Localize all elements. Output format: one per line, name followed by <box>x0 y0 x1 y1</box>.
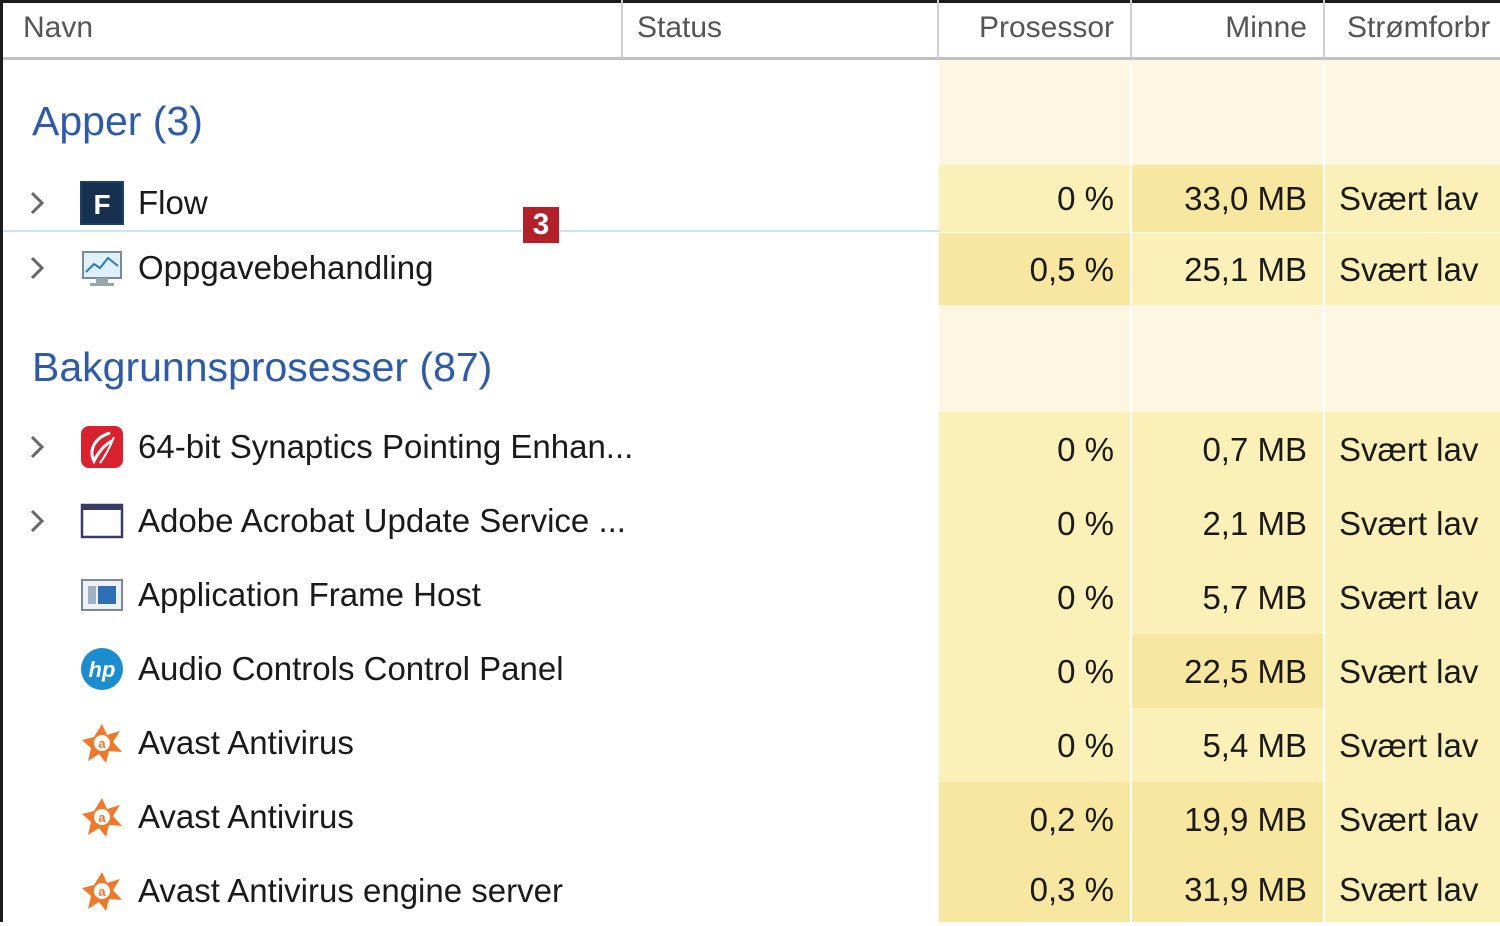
power-cell: Svært lav <box>1325 708 1500 782</box>
cpu-cell: 0 % <box>939 486 1132 560</box>
column-header-status[interactable]: Status <box>623 0 939 60</box>
group-band-power <box>1325 305 1500 412</box>
memory-cell: 2,1 MB <box>1132 486 1325 560</box>
group-band-power <box>1325 60 1500 165</box>
cpu-cell: 0 % <box>939 560 1132 634</box>
memory-cell: 22,5 MB <box>1132 634 1325 708</box>
flow-app-icon: F <box>80 181 124 225</box>
avast-icon: a <box>80 795 124 839</box>
group-band-cpu <box>939 305 1132 412</box>
column-header-cpu[interactable]: Prosessor <box>939 0 1132 60</box>
power-cell: Svært lav <box>1325 165 1500 232</box>
task-manager-icon <box>80 246 124 290</box>
chevron-right-icon[interactable] <box>26 506 48 536</box>
power-cell: Svært lav <box>1325 856 1500 922</box>
process-row[interactable]: a Avast Antivirus <box>0 708 936 778</box>
memory-cell: 33,0 MB <box>1132 165 1325 232</box>
process-name: Adobe Acrobat Update Service ... <box>138 502 626 539</box>
power-cell: Svært lav <box>1325 782 1500 856</box>
chevron-right-icon[interactable] <box>26 188 48 218</box>
column-header-power[interactable]: Strømforbr <box>1325 0 1500 60</box>
cpu-cell: 0,5 % <box>939 233 1132 305</box>
cpu-cell: 0 % <box>939 412 1132 486</box>
group-title-background[interactable]: Bakgrunnsprosesser (87) <box>32 344 492 391</box>
column-header-name[interactable]: Navn <box>3 0 623 60</box>
process-row[interactable]: a Avast Antivirus <box>0 782 936 852</box>
process-row[interactable]: a Avast Antivirus engine server <box>0 856 936 926</box>
memory-cell: 5,4 MB <box>1132 708 1325 782</box>
process-row[interactable]: F Flow <box>0 168 936 238</box>
group-band-memory <box>1132 305 1325 412</box>
memory-cell: 31,9 MB <box>1132 856 1325 922</box>
cpu-cell: 0,2 % <box>939 782 1132 856</box>
group-band-memory <box>1132 60 1325 165</box>
synaptics-icon <box>80 425 124 469</box>
svg-text:hp: hp <box>89 657 116 682</box>
process-row[interactable]: 64-bit Synaptics Pointing Enhan... <box>0 412 936 482</box>
hp-icon: hp <box>80 647 124 691</box>
svg-text:a: a <box>98 810 106 825</box>
process-name: 64-bit Synaptics Pointing Enhan... <box>138 428 634 465</box>
group-band-cpu <box>939 60 1132 165</box>
memory-cell: 5,7 MB <box>1132 560 1325 634</box>
memory-cell: 0,7 MB <box>1132 412 1325 486</box>
svg-text:F: F <box>93 189 110 220</box>
power-cell: Svært lav <box>1325 412 1500 486</box>
chevron-right-icon[interactable] <box>26 432 48 462</box>
power-cell: Svært lav <box>1325 634 1500 708</box>
group-title-apps[interactable]: Apper (3) <box>32 98 203 145</box>
process-name: Avast Antivirus <box>138 724 354 761</box>
process-name: Oppgavebehandling <box>138 249 434 286</box>
power-cell: Svært lav <box>1325 233 1500 305</box>
avast-icon: a <box>80 721 124 765</box>
process-name: Avast Antivirus engine server <box>138 872 563 909</box>
app-frame-icon <box>80 573 124 617</box>
power-cell: Svært lav <box>1325 560 1500 634</box>
process-name: Flow <box>138 184 208 221</box>
cpu-cell: 0,3 % <box>939 856 1132 922</box>
avast-icon: a <box>80 869 124 913</box>
process-row[interactable]: Application Frame Host <box>0 560 936 630</box>
column-header-memory[interactable]: Minne <box>1132 0 1325 60</box>
cpu-cell: 0 % <box>939 708 1132 782</box>
process-name: Audio Controls Control Panel <box>138 650 564 687</box>
process-name: Application Frame Host <box>138 576 481 613</box>
process-row[interactable]: hp Audio Controls Control Panel <box>0 634 936 704</box>
power-cell: Svært lav <box>1325 486 1500 560</box>
cpu-cell: 0 % <box>939 634 1132 708</box>
cpu-cell: 0 % <box>939 165 1132 232</box>
process-name: Avast Antivirus <box>138 798 354 835</box>
row-separator <box>3 230 939 232</box>
svg-text:a: a <box>98 884 106 899</box>
window-icon <box>80 499 124 543</box>
process-row[interactable]: Oppgavebehandling <box>0 233 936 303</box>
svg-text:a: a <box>98 736 106 751</box>
memory-cell: 19,9 MB <box>1132 782 1325 856</box>
chevron-right-icon[interactable] <box>26 253 48 283</box>
process-row[interactable]: Adobe Acrobat Update Service ... <box>0 486 936 556</box>
memory-cell: 25,1 MB <box>1132 233 1325 305</box>
